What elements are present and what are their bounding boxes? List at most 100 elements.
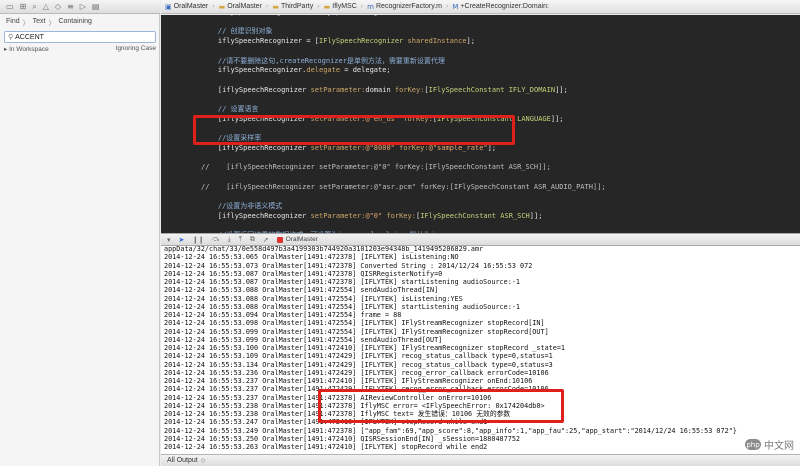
code-line[interactable] — [161, 75, 800, 85]
console-line: 2014-12-24 16:55:53.098 OralMaster[1491:… — [164, 319, 545, 328]
console-line: 2014-12-24 16:55:53.065 OralMaster[1491:… — [164, 253, 459, 262]
jumpbar-iflymsc-label: IflyMSC — [332, 3, 357, 10]
code-line[interactable]: // [iflySpeechRecognizer setParameter:@"… — [161, 182, 800, 192]
chevron-right-icon: › — [265, 3, 269, 10]
console-line: 2014-12-24 16:55:53.100 OralMaster[1491:… — [164, 344, 566, 352]
warning-icon[interactable]: △ — [43, 2, 49, 11]
code-token: iflySpeechRecognizer = [ — [201, 37, 320, 46]
find-path-containing[interactable]: Containing — [58, 18, 91, 28]
console-line: 2014-12-24 16:55:53.249 OralMaster[1491:… — [164, 426, 737, 435]
report-icon[interactable]: ▤ — [92, 2, 100, 11]
console-line: 2014-12-24 16:55:53.250 OralMaster[1491:… — [164, 434, 521, 443]
view-hierarchy-icon[interactable]: ⧉ — [250, 235, 255, 244]
find-path-find[interactable]: Find — [6, 18, 20, 28]
code-token: IFlySpeechConstant ASR_SCH — [420, 211, 530, 220]
code-token: //设置为非语义模式 — [201, 202, 283, 210]
folder-icon: ▬ — [323, 2, 331, 11]
folder-icon[interactable]: ▭ — [6, 2, 14, 11]
php-logo: php — [745, 439, 761, 450]
code-token: IFlySpeechRecognizer — [319, 37, 404, 46]
chevron-right-icon: › — [317, 3, 320, 10]
code-line[interactable] — [161, 17, 800, 27]
find-scope-row: ▸ In Workspace Ignoring Case — [4, 45, 156, 55]
source-editor[interactable]: IFlySpeechRecognizer * iflySpeechRecogni… — [161, 15, 800, 233]
jump-bar: ▣ OralMaster › ▬ OralMaster › ▬ ThirdParty … — [161, 0, 800, 14]
code-line[interactable]: iflySpeechRecognizer = [IFlySpeechRecogn… — [161, 36, 800, 46]
console-output[interactable]: 2014-12-24 16:55:53.263 OralMaster[1491:… — [161, 246, 800, 454]
code-line[interactable] — [161, 153, 800, 163]
console-line: 2014-12-24 16:55:53.087 OralMaster[1491:… — [164, 278, 521, 286]
code-line[interactable]: [iflySpeechRecognizer setParameter:@"0" … — [161, 211, 800, 221]
jumpbar-method[interactable]: M +CreateRecognizer:Domain: — [452, 3, 549, 11]
pause-icon[interactable]: ❙❙ — [192, 236, 204, 244]
code-line[interactable]: //请不要删除这句,createRecognizer是单例方法，需要重新设置代理 — [161, 56, 800, 66]
console-line: 2014-12-24 16:55:53.088 OralMaster[1491:… — [164, 286, 439, 295]
find-path-text[interactable]: Text — [33, 18, 46, 28]
jumpbar-file[interactable]: m RecognizerFactory.m — [367, 3, 442, 11]
debug-icon[interactable]: ≡ — [67, 2, 74, 11]
code-token: //请不要删除这句,createRecognizer是单例方法，需要重新设置代理 — [201, 56, 445, 65]
console-line: appData/32/chat/33/0e558d497b3a4199303b7… — [164, 246, 484, 253]
code-token: setParameter: — [310, 211, 366, 220]
console-line: 2014-12-24 16:55:53.237 OralMaster[1491:… — [164, 377, 533, 385]
code-token: @"0" — [365, 211, 383, 220]
jumpbar-project[interactable]: ▣ OralMaster — [165, 3, 208, 11]
breakpoints-toggle-icon[interactable]: ➤ — [179, 236, 185, 244]
project-icon: ▣ — [165, 2, 172, 11]
console-line: 2014-12-24 16:55:53.099 OralMaster[1491:… — [164, 335, 443, 344]
chevron-down-icon: ◇ — [200, 457, 206, 464]
code-line[interactable]: // [iflySpeechRecognizer setParameter:@"… — [161, 162, 800, 172]
debug-target[interactable]: OralMaster — [276, 236, 318, 243]
hierarchy-icon[interactable]: ⊞ — [20, 2, 27, 11]
code-token: delegate — [306, 66, 341, 75]
location-icon[interactable]: ➚ — [263, 236, 269, 244]
code-line[interactable] — [161, 172, 800, 182]
find-search-field[interactable]: ⚲ — [4, 31, 156, 43]
find-search-input[interactable] — [15, 33, 146, 41]
code-line[interactable] — [161, 191, 800, 201]
jumpbar-group-iflymsc[interactable]: ▬ IflyMSC — [324, 3, 357, 11]
console-line: 2014-12-24 16:55:53.134 OralMaster[1491:… — [164, 360, 553, 369]
code-line[interactable]: [iflySpeechRecognizer setParameter:domai… — [161, 85, 800, 95]
code-line[interactable] — [161, 46, 800, 56]
code-line[interactable]: //设置为非语义模式 — [161, 201, 800, 211]
code-line[interactable] — [161, 94, 800, 104]
output-filter-select[interactable]: All Output ◇ — [167, 457, 205, 464]
code-token: IFlySpeechConstant IFLY_DOMAIN — [428, 85, 556, 94]
step-out-icon[interactable]: ⤒ — [239, 235, 242, 244]
jumpbar-method-label: +CreateRecognizer:Domain: — [460, 3, 549, 10]
jumpbar-group-thirdparty[interactable]: ▬ ThirdParty — [272, 3, 313, 11]
find-mode-path[interactable]: Find 〉 Text 〉 Containing — [6, 18, 92, 28]
search-icon[interactable]: ⌕ — [32, 2, 36, 11]
code-line[interactable]: // 设置语言 — [161, 104, 800, 114]
scope-workspace[interactable]: ▸ In Workspace — [4, 45, 49, 55]
jumpbar-group-oralmaster[interactable]: ▬ OralMaster — [219, 3, 262, 11]
console-line: 2014-12-24 16:55:53.088 OralMaster[1491:… — [164, 294, 463, 303]
console-line: 2014-12-24 16:55:53.087 OralMaster[1491:… — [164, 269, 443, 278]
console-footer: All Output ◇ — [161, 454, 800, 466]
code-token: sharedInstance — [407, 37, 467, 46]
console-line: 2014-12-24 16:55:53.109 OralMaster[1491:… — [164, 352, 553, 361]
magnifier-icon: ⚲ — [8, 33, 14, 41]
watermark-text: 中文网 — [764, 441, 794, 452]
scope-case[interactable]: Ignoring Case — [116, 45, 156, 55]
highlight-box-error — [318, 389, 564, 423]
code-token: = delegate; — [340, 66, 391, 75]
code-line[interactable]: iflySpeechRecognizer.delegate = delegate… — [161, 65, 800, 75]
code-token: ]]; — [529, 211, 543, 220]
test-icon[interactable]: ◇ — [55, 2, 61, 11]
code-token: domain — [365, 85, 395, 94]
step-over-icon[interactable]: ⤼ — [212, 235, 219, 244]
code-token: [iflySpeechRecognizer — [201, 85, 311, 94]
code-line[interactable]: // 创建识别对象 — [161, 26, 800, 36]
step-into-icon[interactable]: ⤓ — [228, 235, 231, 244]
code-line[interactable] — [161, 220, 800, 230]
console-line: 2014-12-24 16:55:53.073 OralMaster[1491:… — [164, 261, 533, 270]
breakpoint-icon[interactable]: ▷ — [80, 2, 86, 11]
hide-debug-area-icon[interactable]: ▾ — [167, 236, 171, 244]
code-token: ]]; — [555, 85, 568, 94]
find-navigator: ▭ ⊞ ⌕ △ ◇ ≡ ▷ ▤ Find 〉 Text 〉 Containing… — [0, 0, 160, 466]
navigator-toolbar: ▭ ⊞ ⌕ △ ◇ ≡ ▷ ▤ — [0, 0, 160, 14]
code-token: forKey: — [386, 211, 416, 220]
code-token: setParameter: — [310, 85, 366, 94]
